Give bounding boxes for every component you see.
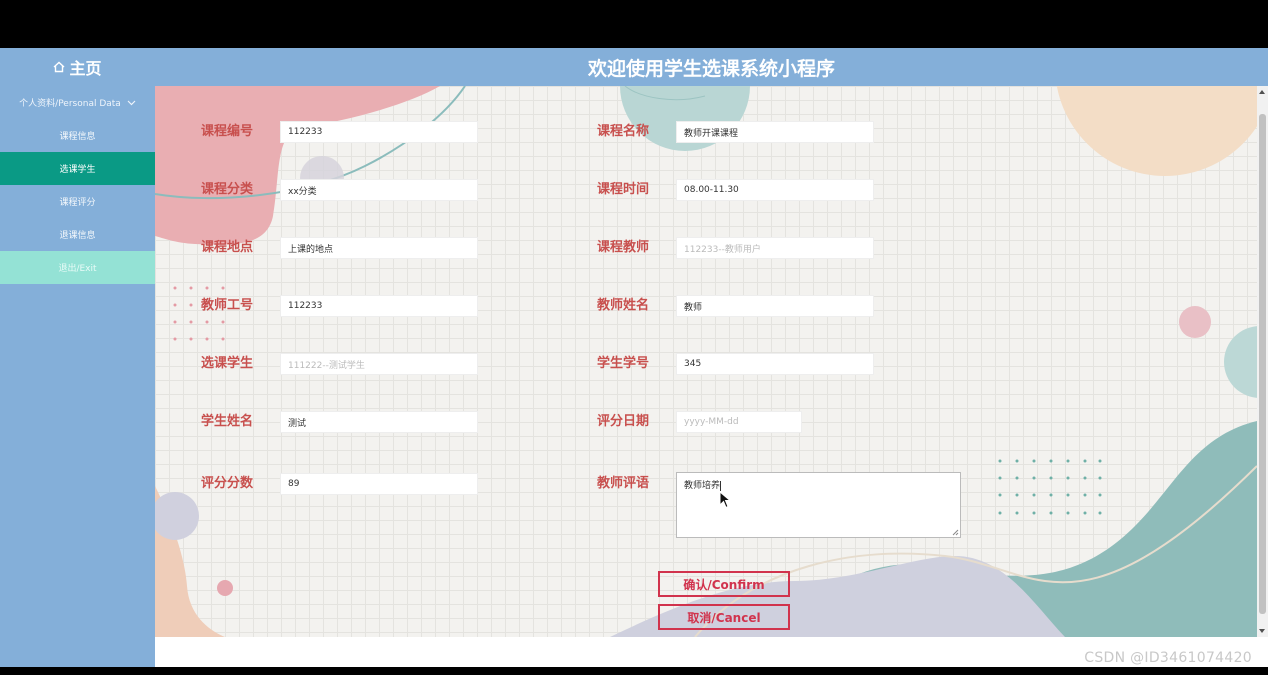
- sidebar-item-drop-info[interactable]: 退课信息: [0, 218, 155, 251]
- course-name-input[interactable]: 教师开课课程: [676, 121, 874, 143]
- scroll-up-arrow-icon[interactable]: [1259, 90, 1265, 94]
- sidebar-menu-label: 个人资料/Personal Data: [19, 99, 121, 109]
- sidebar: 个人资料/Personal Data 课程信息 选课学生 课程评分 退课信息 退…: [0, 86, 155, 667]
- vertical-scrollbar[interactable]: [1257, 86, 1268, 637]
- mouse-cursor-icon: [719, 491, 731, 509]
- sidebar-item-label: 课程评分: [59, 198, 96, 208]
- sidebar-item-label: 课程信息: [59, 132, 96, 142]
- window-bottom-bar: [0, 667, 1268, 675]
- course-no-label: 课程编号: [201, 124, 254, 139]
- sidebar-item-label: 退课信息: [59, 231, 96, 241]
- course-location-label: 课程地点: [201, 240, 254, 255]
- scroll-down-arrow-icon[interactable]: [1259, 629, 1265, 633]
- teacher-id-input[interactable]: 112233: [280, 295, 478, 317]
- rating-date-label: 评分日期: [597, 414, 650, 429]
- confirm-button[interactable]: 确认/Confirm: [658, 571, 790, 597]
- text-caret: [720, 480, 722, 491]
- sidebar-menu-personal-data[interactable]: 个人资料/Personal Data: [0, 86, 155, 119]
- course-time-label: 课程时间: [597, 182, 650, 197]
- score-label: 评分分数: [201, 476, 254, 491]
- home-label: 主页: [69, 59, 102, 78]
- score-input[interactable]: 89: [280, 473, 478, 495]
- rating-date-input[interactable]: yyyy-MM-dd: [676, 411, 802, 433]
- resize-grip-icon[interactable]: [952, 529, 959, 536]
- teacher-comment-text: 教师培养: [684, 481, 721, 491]
- course-location-input[interactable]: 上课的地点: [280, 237, 478, 259]
- sidebar-item-selected-students[interactable]: 选课学生: [0, 152, 155, 185]
- main-content: 课程编号 112233 课程名称 教师开课课程 课程分类 xx分类 课程时间 0…: [155, 86, 1257, 637]
- course-teacher-label: 课程教师: [597, 240, 650, 255]
- home-icon: [54, 61, 65, 73]
- teacher-id-label: 教师工号: [201, 298, 254, 313]
- student-name-input[interactable]: 测试: [280, 411, 478, 433]
- window-top-bar: [0, 0, 1268, 48]
- course-name-label: 课程名称: [597, 124, 650, 139]
- cancel-button[interactable]: 取消/Cancel: [658, 604, 790, 630]
- home-link[interactable]: 主页: [0, 48, 155, 86]
- page-title: 欢迎使用学生选课系统小程序: [587, 57, 835, 80]
- sidebar-item-exit[interactable]: 退出/Exit: [0, 251, 155, 284]
- selected-student-label: 选课学生: [201, 356, 254, 371]
- course-time-input[interactable]: 08.00-11.30: [676, 179, 874, 201]
- sidebar-item-label: 退出/Exit: [58, 264, 97, 274]
- student-id-input[interactable]: 345: [676, 353, 874, 375]
- sidebar-item-label: 选课学生: [59, 165, 96, 175]
- chevron-down-icon: [127, 100, 136, 105]
- watermark: CSDN @ID3461074420: [1084, 650, 1252, 666]
- course-category-input[interactable]: xx分类: [280, 179, 478, 201]
- course-category-label: 课程分类: [201, 182, 254, 197]
- teacher-name-input[interactable]: 教师: [676, 295, 874, 317]
- scrollbar-thumb[interactable]: [1259, 114, 1266, 614]
- student-id-label: 学生学号: [597, 356, 650, 371]
- selected-student-select[interactable]: 111222--测试学生: [280, 353, 478, 375]
- course-no-input[interactable]: 112233: [280, 121, 478, 143]
- teacher-name-label: 教师姓名: [597, 298, 650, 313]
- course-teacher-select[interactable]: 112233--教师用户: [676, 237, 874, 259]
- app-header: 主页 欢迎使用学生选课系统小程序: [0, 48, 1268, 86]
- student-name-label: 学生姓名: [201, 414, 254, 429]
- sidebar-item-course-rating[interactable]: 课程评分: [0, 185, 155, 218]
- teacher-comment-label: 教师评语: [597, 476, 650, 491]
- sidebar-item-course-info[interactable]: 课程信息: [0, 119, 155, 152]
